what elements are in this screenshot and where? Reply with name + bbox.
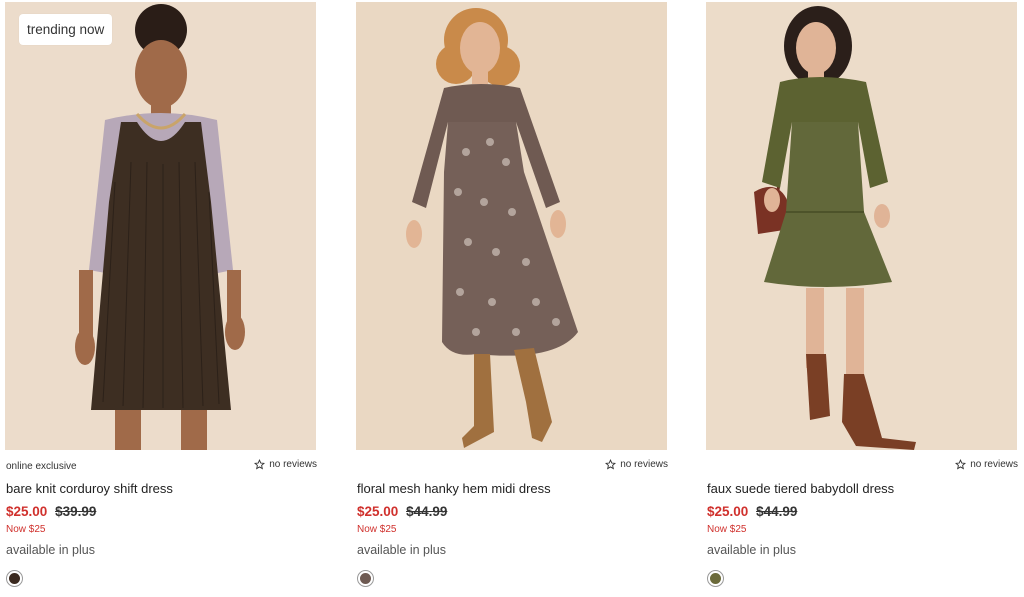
product-name[interactable]: bare knit corduroy shift dress bbox=[6, 481, 173, 496]
product-card[interactable]: trending now online exclusive no reviews… bbox=[5, 0, 317, 597]
price-row: $25.00 $44.99 bbox=[707, 504, 797, 519]
reviews-label: no reviews bbox=[620, 459, 668, 470]
sale-price: $25.00 bbox=[6, 504, 48, 519]
swatch-color-fill bbox=[710, 573, 721, 584]
color-swatch[interactable] bbox=[707, 570, 724, 587]
dress-photo-icon bbox=[5, 2, 316, 450]
product-name[interactable]: faux suede tiered babydoll dress bbox=[707, 481, 894, 496]
product-image[interactable] bbox=[356, 2, 667, 450]
color-swatch[interactable] bbox=[357, 570, 374, 587]
now-price-note: Now $25 bbox=[357, 524, 397, 535]
sale-price: $25.00 bbox=[707, 504, 749, 519]
availability-text: available in plus bbox=[707, 543, 796, 557]
availability-text: available in plus bbox=[357, 543, 446, 557]
original-price: $44.99 bbox=[756, 504, 798, 519]
product-card[interactable]: no reviews faux suede tiered babydoll dr… bbox=[706, 0, 1018, 597]
swatch-color-fill bbox=[360, 573, 371, 584]
product-card[interactable]: no reviews floral mesh hanky hem midi dr… bbox=[356, 0, 668, 597]
original-price: $39.99 bbox=[55, 504, 97, 519]
now-price-note: Now $25 bbox=[707, 524, 747, 535]
price-row: $25.00 $44.99 bbox=[357, 504, 447, 519]
product-name[interactable]: floral mesh hanky hem midi dress bbox=[357, 481, 551, 496]
color-swatch[interactable] bbox=[6, 570, 23, 587]
reviews-link[interactable]: no reviews bbox=[254, 459, 317, 470]
reviews-link[interactable]: no reviews bbox=[605, 459, 668, 470]
star-outline-icon bbox=[254, 459, 266, 470]
online-exclusive-tag: online exclusive bbox=[6, 461, 77, 472]
reviews-label: no reviews bbox=[269, 459, 317, 470]
price-row: $25.00 $39.99 bbox=[6, 504, 96, 519]
reviews-label: no reviews bbox=[970, 459, 1018, 470]
trending-badge: trending now bbox=[19, 14, 113, 45]
now-price-note: Now $25 bbox=[6, 524, 46, 535]
original-price: $44.99 bbox=[406, 504, 448, 519]
star-outline-icon bbox=[955, 459, 967, 470]
star-outline-icon bbox=[605, 459, 617, 470]
product-image[interactable] bbox=[706, 2, 1017, 450]
sale-price: $25.00 bbox=[357, 504, 399, 519]
product-image[interactable]: trending now bbox=[5, 2, 316, 450]
dress-photo-icon bbox=[706, 2, 1017, 450]
reviews-link[interactable]: no reviews bbox=[955, 459, 1018, 470]
dress-photo-icon bbox=[356, 2, 667, 450]
swatch-color-fill bbox=[9, 573, 20, 584]
availability-text: available in plus bbox=[6, 543, 95, 557]
